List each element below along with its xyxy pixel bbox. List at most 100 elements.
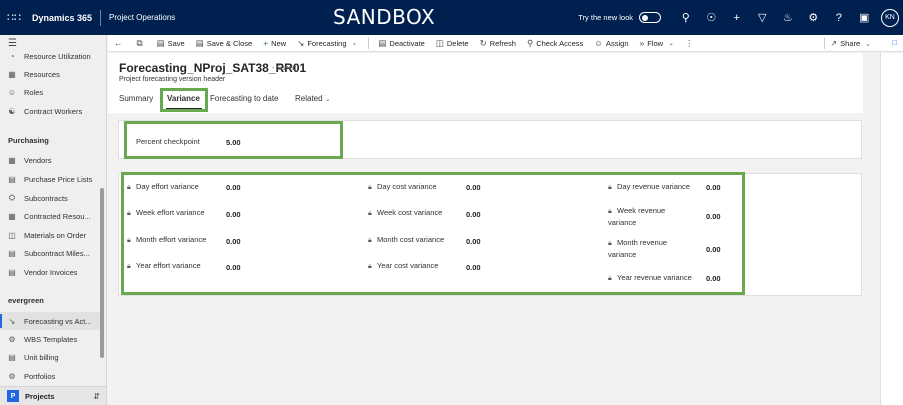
share-icon: ↗ <box>830 39 838 48</box>
sidebar-item-vendor-invoices[interactable]: ▤ Vendor Invoices <box>0 263 104 281</box>
annotation-highlight-variance <box>121 172 745 295</box>
sidebar-item-label: Portfolios <box>24 371 56 381</box>
sidebar-scrollbar[interactable] <box>100 188 104 358</box>
vendors-icon: ▦ <box>8 155 16 165</box>
brand-divider <box>100 9 102 26</box>
wbs-icon: ⚙ <box>8 334 16 344</box>
materials-icon: ◫ <box>8 230 16 240</box>
deactivate-button[interactable]: ▤ Deactivate <box>378 38 424 49</box>
sidebar-item-resources[interactable]: ▦ Resources <box>0 65 104 83</box>
sidebar-group-purchasing: Purchasing <box>8 136 49 145</box>
waffle-icon[interactable]: ∷∷ <box>0 0 28 35</box>
popout-icon: ⧉ <box>136 37 143 48</box>
check-access-button[interactable]: ⚲ Check Access <box>527 38 583 49</box>
app-name[interactable]: Project Operations <box>109 13 175 22</box>
sidebar-item-label: Roles <box>24 87 44 97</box>
sidebar-item-label: Vendor Invoices <box>24 267 78 277</box>
more-vertical-icon: ⋮ <box>684 37 694 48</box>
save-label: Save <box>167 38 185 48</box>
sidebar-item-label: Resources <box>24 69 60 79</box>
chart-icon: ◔ <box>9 51 15 61</box>
chat-icon[interactable]: ▣ <box>852 11 878 24</box>
sidebar-item-subcontracts[interactable]: ⛭ Subcontracts <box>0 189 104 207</box>
save-status: - Saved <box>272 65 297 72</box>
top-bar: ∷∷ Dynamics 365 Project Operations SANDB… <box>0 0 903 35</box>
command-bar: ← ⧉ ▤ Save ▤ Save & Close + New ↘ Forecastin… <box>108 35 903 52</box>
sidebar-item-purchase-price-lists[interactable]: ▤ Purchase Price Lists <box>0 170 104 188</box>
sidebar-item-wbs-templates[interactable]: ⚙ WBS Templates <box>0 330 104 348</box>
popout-button[interactable]: ⧉ <box>137 38 146 49</box>
sidebar-item-label: Subcontract Miles... <box>24 248 90 258</box>
deactivate-icon: ▤ <box>378 37 387 48</box>
forecasting-label: Forecasting <box>307 38 347 48</box>
save-close-button[interactable]: ▤ Save & Close <box>196 38 252 49</box>
new-look-toggle[interactable] <box>639 12 661 23</box>
trash-icon: ◫ <box>435 37 444 48</box>
line-chart-icon: ↘ <box>8 316 16 326</box>
refresh-button[interactable]: ↻ Refresh <box>480 38 516 49</box>
annotation-highlight-checkpoint <box>124 121 343 159</box>
save-button[interactable]: ▤ Save <box>157 38 185 49</box>
command-divider <box>368 37 370 49</box>
tab-summary[interactable]: Summary <box>119 94 153 103</box>
search-icon[interactable]: ⚲ <box>673 11 699 24</box>
check-access-label: Check Access <box>536 38 584 48</box>
refresh-label: Refresh <box>489 38 516 48</box>
sidebar-item-resource-utilization[interactable]: ◔ Resource Utilization <box>0 47 104 65</box>
tab-related[interactable]: Related ⌄ <box>295 94 331 103</box>
plus-icon[interactable]: + <box>724 12 750 24</box>
new-button[interactable]: + New <box>263 38 286 48</box>
delete-label: Delete <box>446 38 469 48</box>
annotation-highlight-tab <box>160 88 208 112</box>
sidebar-item-label: Unit billing <box>24 352 59 362</box>
save-close-icon: ▤ <box>195 37 204 48</box>
help-icon[interactable]: ? <box>826 12 852 24</box>
sidebar-item-portfolios[interactable]: ⚙ Portfolios <box>0 367 104 385</box>
cart-icon: ⛭ <box>8 193 16 202</box>
filter-icon[interactable]: ▽ <box>750 11 776 24</box>
sidebar-item-materials-on-order[interactable]: ◫ Materials on Order <box>0 226 104 244</box>
share-label: Share <box>840 39 861 48</box>
sidebar-item-vendors[interactable]: ▦ Vendors <box>0 151 104 169</box>
forecasting-button[interactable]: ↘ Forecasting ⌄ <box>297 38 357 49</box>
flow-button[interactable]: » Flow ⌄ <box>640 38 674 48</box>
sidebar-item-contract-workers[interactable]: ☯ Contract Workers <box>0 102 104 120</box>
key-icon: ⚲ <box>526 37 534 48</box>
sidebar-item-subcontract-milestones[interactable]: ▤ Subcontract Miles... <box>0 244 104 262</box>
share-button[interactable]: ↗ Share ⌄ <box>830 35 871 52</box>
area-switcher[interactable]: P Projects ⇵ <box>0 386 106 405</box>
delete-button[interactable]: ◫ Delete <box>436 38 469 49</box>
environment-banner: SANDBOX <box>333 5 436 29</box>
sidebar-item-label: Vendors <box>24 155 52 165</box>
sidebar-item-contracted-resources[interactable]: ▦ Contracted Resou... <box>0 207 104 225</box>
save-icon: ▤ <box>156 37 165 48</box>
price-list-icon: ▤ <box>8 174 16 184</box>
sidebar-item-unit-billing[interactable]: ▤ Unit billing <box>0 348 104 366</box>
tab-forecasting-to-date[interactable]: Forecasting to date <box>210 94 278 103</box>
flow-label: Flow <box>647 38 664 48</box>
right-pane <box>880 53 903 405</box>
assign-label: Assign <box>605 38 629 48</box>
back-arrow-icon: ← <box>114 38 123 48</box>
bell-icon[interactable]: ♨ <box>775 11 801 24</box>
side-panel-icon[interactable]: □ <box>892 38 897 47</box>
more-commands-button[interactable]: ⋮ <box>685 38 697 49</box>
contracted-resource-icon: ▦ <box>8 211 16 221</box>
record-header: Forecasting_NProj_SAT38_RR01 - Saved Pro… <box>108 53 863 113</box>
area-label: Projects <box>25 391 55 401</box>
brand-name[interactable]: Dynamics 365 <box>28 13 100 23</box>
sidebar-item-label: Materials on Order <box>24 230 87 240</box>
sidebar-item-label: WBS Templates <box>24 334 78 344</box>
sidebar-item-label: Subcontracts <box>24 193 68 203</box>
avatar[interactable]: KN <box>881 8 899 27</box>
save-close-label: Save & Close <box>206 38 253 48</box>
sidebar-item-roles[interactable]: ☺ Roles <box>0 83 104 101</box>
resources-icon: ▦ <box>8 69 16 79</box>
lightbulb-icon[interactable]: ☉ <box>699 11 725 24</box>
back-button[interactable]: ← <box>114 38 126 48</box>
gear-icon[interactable]: ⚙ <box>801 11 827 24</box>
sidebar-item-label: Forecasting vs Act... <box>24 316 92 326</box>
line-chart-icon: ↘ <box>297 37 305 48</box>
sidebar-item-forecasting-vs-actuals[interactable]: ↘ Forecasting vs Act... <box>0 312 104 330</box>
assign-button[interactable]: ☺ Assign <box>594 38 628 48</box>
